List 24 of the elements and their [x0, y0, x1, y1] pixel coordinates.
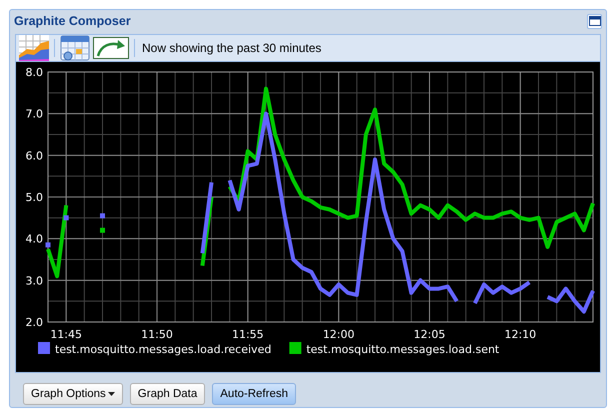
button[interactable]: Graph Data [130, 383, 206, 405]
x-tick-label: 12:05 [414, 328, 446, 341]
legend-label: test.mosquitto.messages.load.sent [306, 343, 500, 356]
x-tick-label: 11:45 [50, 328, 82, 341]
panel-title: Graphite Composer [14, 14, 131, 28]
point [100, 213, 105, 218]
legend-label: test.mosquitto.messages.load.received [55, 343, 272, 356]
y-tick-label: 4.0 [26, 232, 43, 246]
x-tick-label: 12:10 [504, 328, 536, 341]
menu-button[interactable]: Graph Options [23, 383, 123, 405]
time-range-text: Now showing the past 30 minutes [142, 41, 322, 55]
y-tick-label: 2.0 [26, 316, 43, 329]
y-tick-label: 3.0 [26, 274, 43, 288]
y-tick-label: 8.0 [26, 66, 43, 79]
x-tick-label: 12:00 [322, 328, 355, 341]
point [64, 215, 69, 220]
point [46, 242, 50, 248]
point [100, 228, 105, 233]
y-tick-label: 5.0 [26, 191, 43, 204]
x-tick-label: 11:50 [141, 328, 173, 341]
button[interactable]: Auto-Refresh [212, 383, 296, 405]
y-tick-label: 6.0 [26, 149, 43, 162]
x-tick-label: 11:55 [232, 328, 264, 341]
y-tick-label: 7.0 [26, 108, 43, 121]
